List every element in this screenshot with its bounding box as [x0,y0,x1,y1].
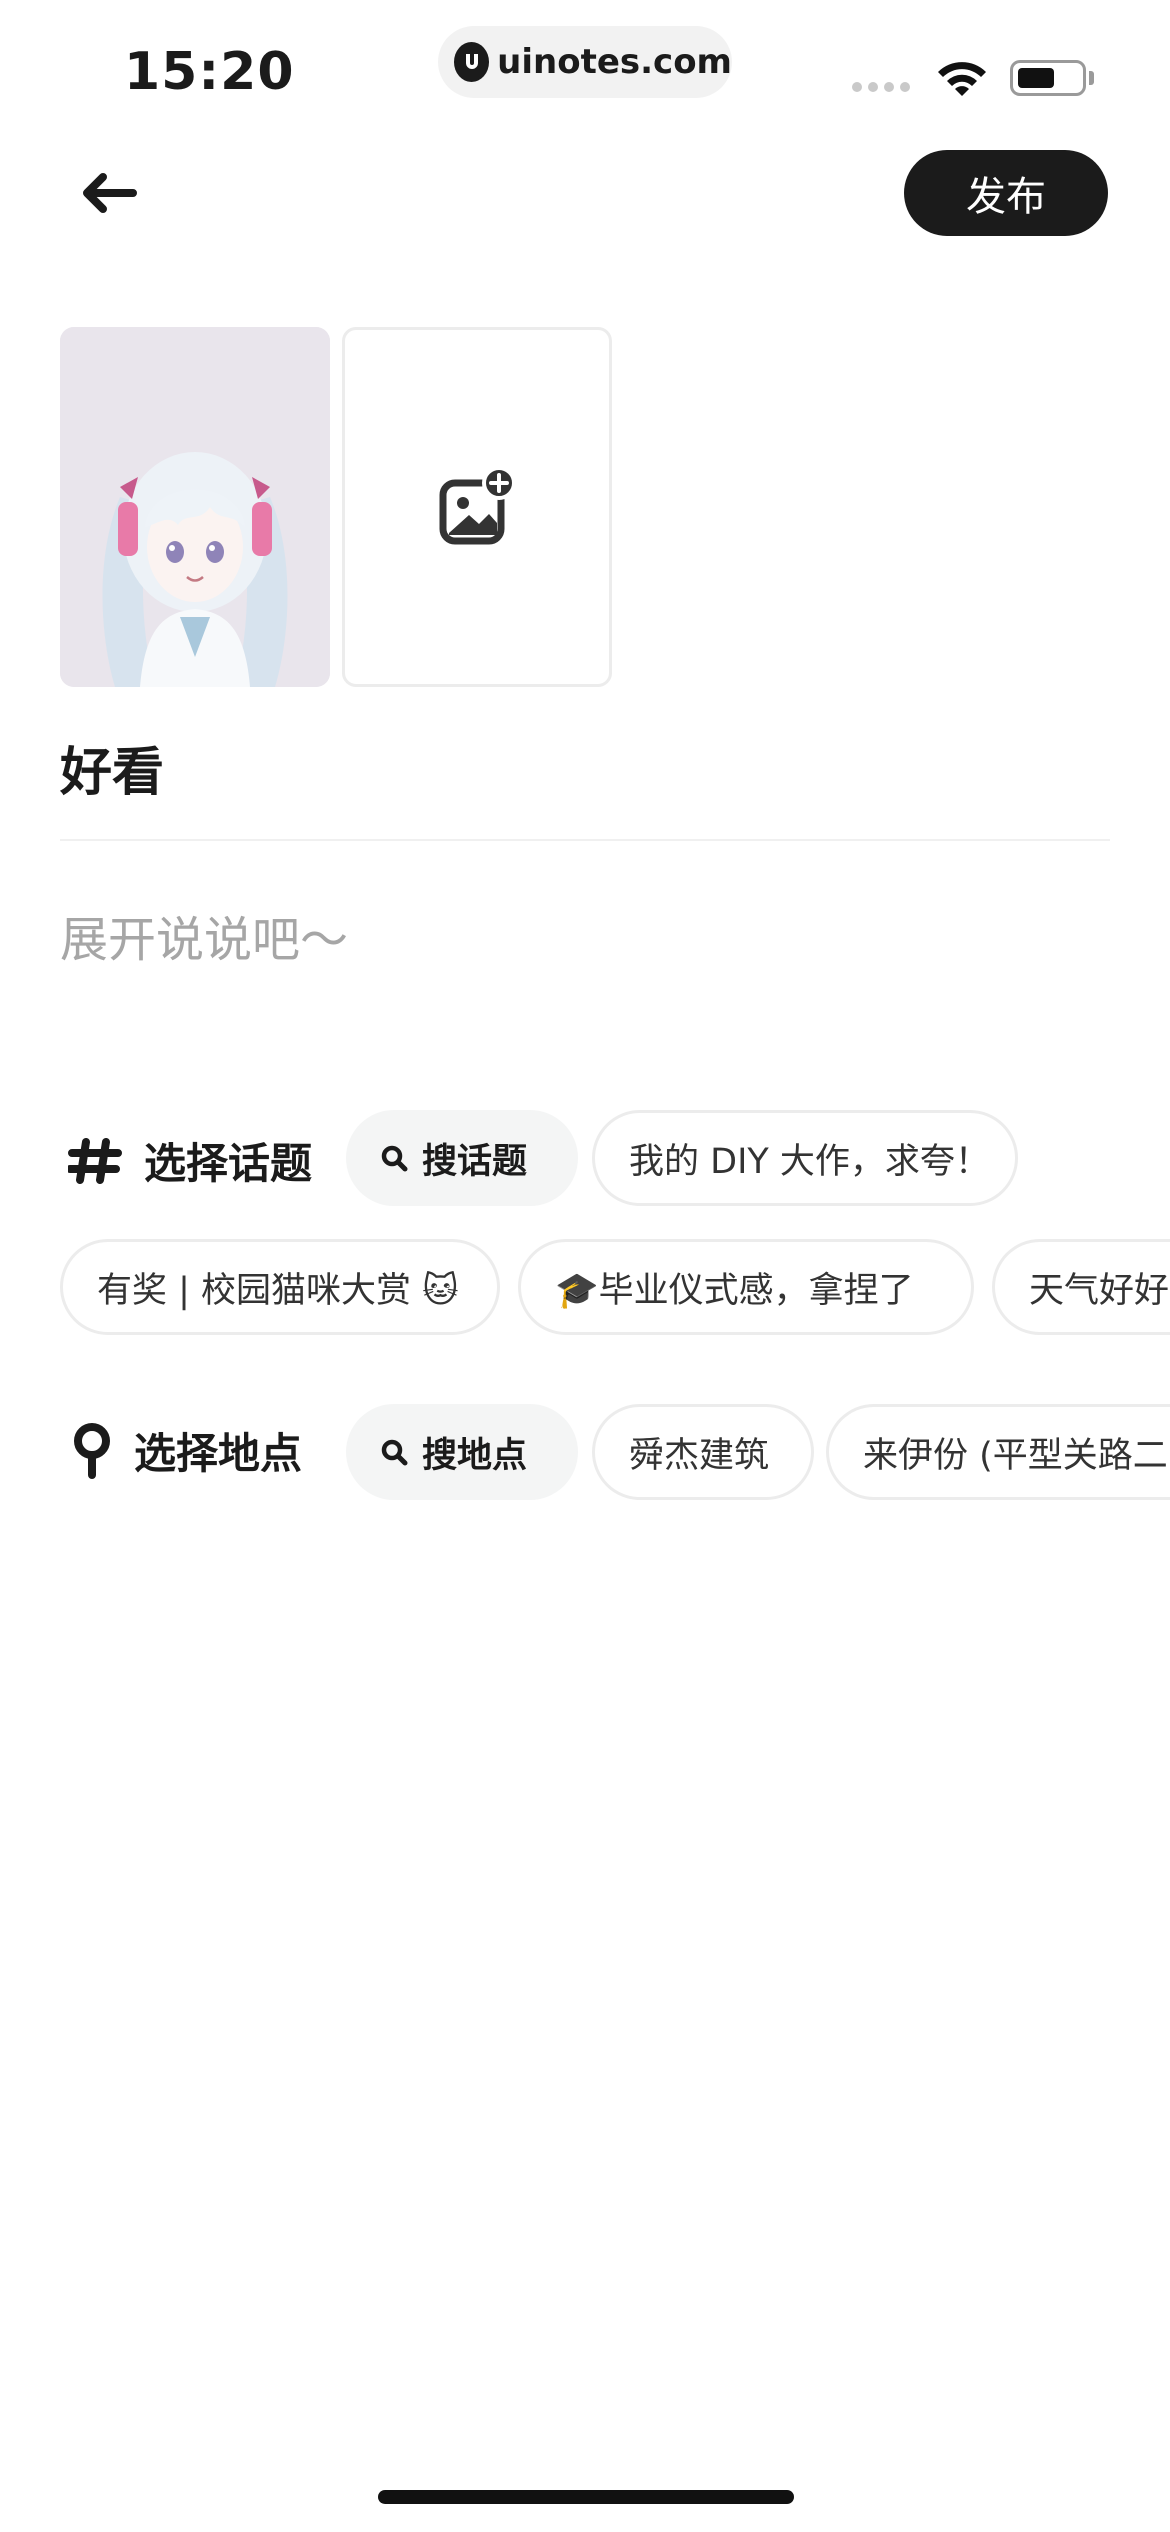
add-photo-button[interactable] [342,327,612,687]
post-title[interactable]: 好看 [60,730,164,805]
location-chip-shunjie[interactable]: 舜杰建筑 [592,1404,814,1500]
battery-tip [1089,71,1094,85]
cellular-signal-icon [852,82,910,92]
url-text: uinotes.com [497,42,732,82]
selected-image-thumbnail[interactable] [60,327,330,687]
arrow-left-icon [83,173,137,213]
anime-character-image [60,327,330,687]
topic-section-label: 选择话题 [68,1130,312,1191]
divider [60,839,1110,841]
post-body-input[interactable]: 展开说说吧～ [60,900,348,970]
search-icon [381,1439,408,1466]
location-chip-laiyifen[interactable]: 来伊份 (平型关路二 [826,1404,1170,1500]
location-section-label: 选择地点 [72,1420,302,1481]
publish-button[interactable]: 发布 [904,150,1108,236]
topic-chip-label: 🎓毕业仪式感，拿捏了 [555,1270,914,1311]
topic-chip-diy[interactable]: 我的 DIY 大作，求夸！ [592,1110,1018,1206]
topic-chip-label: 天气好好 [1029,1270,1170,1311]
topic-chip-weather[interactable]: 天气好好 [992,1239,1170,1335]
search-icon [381,1145,408,1172]
search-location-label: 搜地点 [422,1435,528,1476]
wifi-icon [934,58,990,104]
search-topic-label: 搜话题 [422,1141,528,1182]
back-button[interactable] [70,160,148,226]
topic-chip-graduation[interactable]: 🎓毕业仪式感，拿捏了 [518,1239,974,1335]
location-chip-label: 舜杰建筑 [629,1435,770,1476]
location-pin-icon [74,1422,110,1479]
home-indicator [378,2490,794,2504]
search-location-button[interactable]: 搜地点 [346,1404,578,1500]
search-topic-button[interactable]: 搜话题 [346,1110,578,1206]
status-time: 15:20 [124,42,295,102]
battery-icon [1010,60,1086,96]
add-image-icon [439,467,516,545]
uinotes-logo-icon [454,42,490,82]
topic-chip-label: 我的 DIY 大作，求夸！ [629,1141,990,1182]
topic-label-text: 选择话题 [144,1139,313,1188]
location-chip-label: 来伊份 (平型关路二 [863,1435,1168,1476]
location-label-text: 选择地点 [134,1429,303,1478]
topic-chip-cat[interactable]: 有奖 | 校园猫咪大赏 🐱 [60,1239,500,1335]
url-pill: uinotes.com [438,26,732,98]
topic-chip-label: 有奖 | 校园猫咪大赏 🐱 [97,1270,459,1311]
hashtag-icon [68,1137,122,1184]
